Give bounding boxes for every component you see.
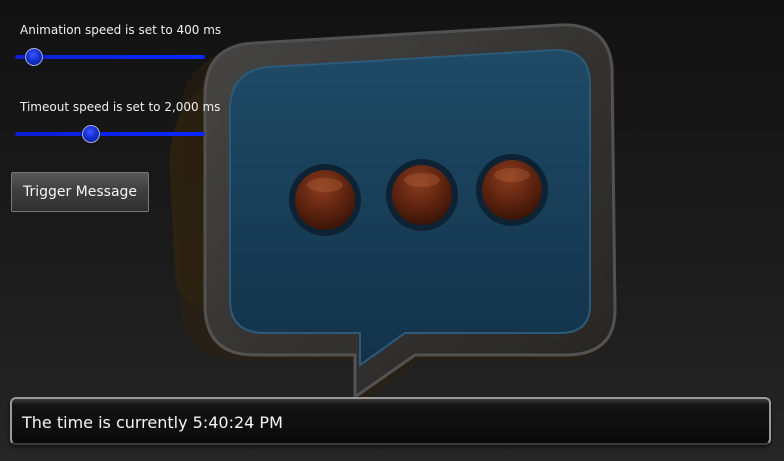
status-bar: The time is currently 5:40:24 PM <box>10 397 771 445</box>
animation-speed-slider[interactable] <box>15 46 205 68</box>
slider-thumb[interactable] <box>25 48 43 66</box>
timeout-speed-label: Timeout speed is set to 2,000 ms <box>20 100 221 114</box>
animation-speed-label: Animation speed is set to 400 ms <box>20 23 222 37</box>
status-text: The time is currently 5:40:24 PM <box>22 413 283 432</box>
slider-track <box>15 132 205 136</box>
speech-bubble-icon <box>169 23 617 405</box>
timeout-speed-slider[interactable] <box>15 123 205 145</box>
slider-track <box>15 55 205 59</box>
trigger-message-button[interactable]: Trigger Message <box>11 172 149 212</box>
slider-thumb[interactable] <box>82 125 100 143</box>
